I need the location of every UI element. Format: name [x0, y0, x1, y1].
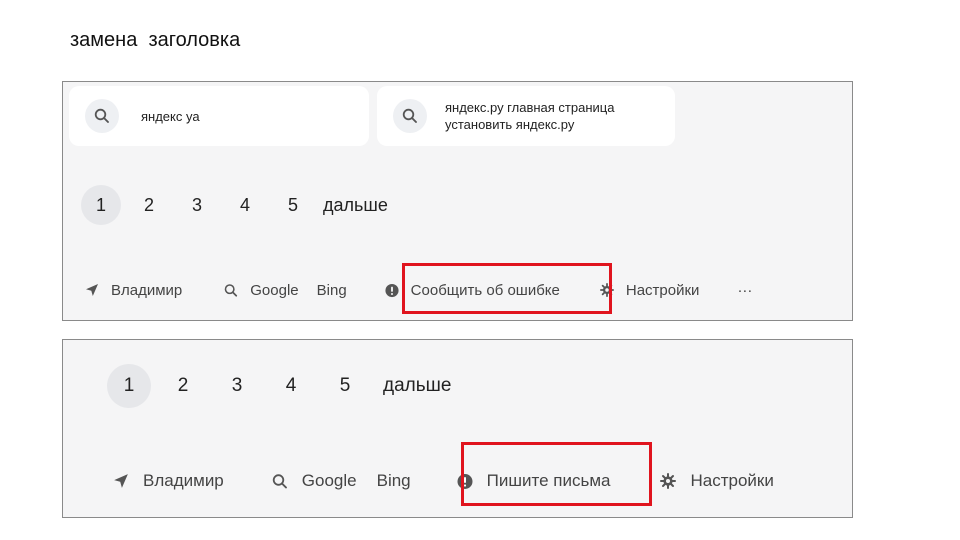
location-arrow-icon — [113, 473, 129, 489]
search-icon — [85, 99, 119, 133]
search-suggestion[interactable]: яндекс уа — [69, 86, 369, 146]
next-page-link[interactable]: дальше — [383, 375, 451, 397]
gear-icon — [660, 473, 677, 489]
suggestion-text: яндекс.ру главная страница установить ян… — [445, 99, 614, 133]
google-label: Google — [250, 281, 299, 299]
highlight-frame — [461, 442, 652, 506]
search-icon — [272, 473, 288, 489]
page-4-link[interactable]: 4 — [269, 364, 313, 408]
search-icon — [393, 99, 427, 133]
google-link[interactable]: Google — [224, 281, 299, 299]
location-link[interactable]: Владимир — [85, 282, 182, 299]
page-5-link[interactable]: 5 — [273, 185, 313, 225]
bing-link[interactable]: Bing — [377, 471, 411, 491]
page-3-link[interactable]: 3 — [177, 185, 217, 225]
pagination: 1 2 3 4 5 дальше — [81, 185, 388, 225]
suggestion-line: яндекс.ру главная страница — [445, 100, 615, 115]
settings-link[interactable]: Настройки — [599, 281, 700, 299]
more-button[interactable]: ··· — [737, 282, 752, 299]
suggestion-text: яндекс уа — [141, 108, 200, 125]
suggestion-line: установить яндекс.ру — [445, 117, 575, 132]
screenshot-after: 1 2 3 4 5 дальше Владимир Google Bing Пи… — [62, 339, 853, 518]
footer-bar: Владимир Google Bing Пишите письма Настр… — [113, 470, 774, 492]
page-5-link[interactable]: 5 — [323, 364, 367, 408]
bing-label: Bing — [376, 471, 411, 490]
next-page-link[interactable]: дальше — [323, 195, 388, 216]
page-3-link[interactable]: 3 — [215, 364, 259, 408]
settings-label: Настройки — [625, 281, 700, 299]
google-link[interactable]: Google — [272, 471, 357, 491]
settings-label: Настройки — [690, 471, 774, 490]
slide-title: замена заголовка — [70, 29, 241, 51]
page-2-link[interactable]: 2 — [161, 364, 205, 408]
bing-label: Bing — [316, 281, 347, 299]
page-1-current[interactable]: 1 — [81, 185, 121, 225]
screenshot-before: яндекс уа яндекс.ру главная страница уст… — [62, 81, 853, 321]
location-arrow-icon — [85, 283, 99, 297]
bing-link[interactable]: Bing — [317, 282, 347, 299]
google-label: Google — [301, 471, 357, 490]
highlight-frame — [402, 263, 612, 314]
location-link[interactable]: Владимир — [113, 471, 224, 491]
page-4-link[interactable]: 4 — [225, 185, 265, 225]
exclamation-icon — [385, 283, 399, 297]
page-1-current[interactable]: 1 — [107, 364, 151, 408]
pagination: 1 2 3 4 5 дальше — [107, 364, 451, 408]
location-label: Владимир — [111, 281, 183, 299]
settings-link[interactable]: Настройки — [660, 471, 774, 491]
suggestion-line: яндекс уа — [141, 108, 200, 124]
search-icon — [224, 283, 238, 297]
location-label: Владимир — [143, 471, 224, 490]
page-2-link[interactable]: 2 — [129, 185, 169, 225]
search-suggestion[interactable]: яндекс.ру главная страница установить ян… — [377, 86, 675, 146]
